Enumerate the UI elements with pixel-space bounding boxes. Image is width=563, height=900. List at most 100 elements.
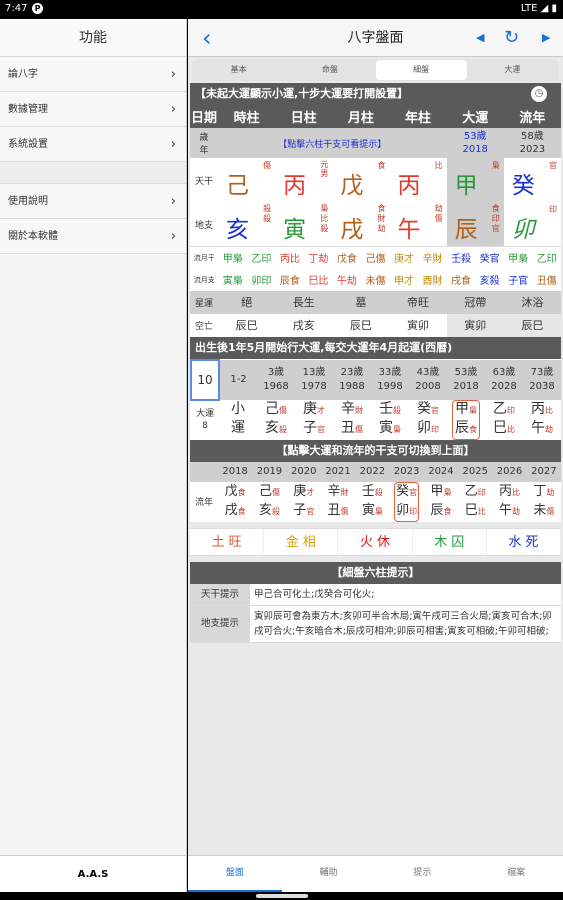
liunian-ganzhi-cell[interactable]: 戊食 戌食	[218, 482, 252, 522]
stem-god: 官	[549, 161, 557, 170]
ganzhi-branch-line: 戌食	[225, 502, 246, 521]
tab-tips[interactable]: 提示	[376, 856, 470, 892]
dayun-ganzhi-cell[interactable]: 辛財 丑傷	[333, 400, 371, 440]
refresh-icon[interactable]: ↻	[504, 19, 519, 57]
liunian-ganzhi-cell[interactable]: 己傷 亥殺	[252, 482, 286, 522]
dayun-ganzhi-cell[interactable]: 己傷 亥殺	[257, 400, 295, 440]
liunian-blank	[190, 462, 218, 482]
dayun-ganzhi-cell[interactable]: 癸官 卯印	[409, 400, 447, 440]
liunian-stem[interactable]: 癸官	[504, 158, 561, 202]
ganzhi-stem-line: 庚才	[303, 401, 325, 420]
ganzhi-branch-line: 卯印	[396, 502, 417, 521]
dayun-stem-god: 傷	[279, 405, 287, 415]
kongwang-cell: 辰巳	[349, 319, 372, 332]
liunian-year[interactable]: 2018	[218, 462, 252, 482]
year-branch[interactable]: 午劫 傷	[389, 202, 446, 246]
liunian-ganzhi-cell[interactable]: 乙印 巳比	[458, 482, 492, 522]
liunian-branch-god: 殺	[271, 506, 280, 516]
day-stem[interactable]: 丙元男	[275, 158, 332, 202]
tab-assist[interactable]: 輔助	[282, 856, 376, 892]
back-icon[interactable]: ‹	[202, 19, 212, 57]
liuyue-cell: 卯印	[251, 276, 272, 287]
liunian-year[interactable]: 2020	[287, 462, 321, 482]
liunian-branch: 亥	[258, 502, 272, 518]
hour-stem[interactable]: 己傷	[218, 158, 275, 202]
col-month: 月柱	[332, 105, 390, 128]
liunian-ganzhi-cell[interactable]: 甲梟 辰食	[424, 482, 458, 522]
liunian-year[interactable]: 2025	[458, 462, 492, 482]
liuyue-cell: 己傷	[365, 254, 386, 266]
liunian-ganzhi-cell[interactable]: 丁劫 未傷	[527, 482, 561, 522]
sidebar-item-about[interactable]: 關於本軟體 ›	[0, 219, 186, 254]
liunian-ganzhi-cell[interactable]: 庚才 子官	[287, 482, 321, 522]
wuxing-element: 水	[508, 534, 522, 550]
tab-file[interactable]: 檔案	[469, 856, 563, 892]
sidebar-item-help[interactable]: 使用說明 ›	[0, 184, 186, 219]
ganzhi-branch-line: 寅梟	[379, 420, 401, 439]
liunian-age[interactable]: 58歲 2023	[503, 128, 561, 158]
clock-icon[interactable]: ◷	[531, 86, 547, 102]
col-hour: 時柱	[218, 105, 276, 128]
prev-icon[interactable]: ◀	[476, 19, 484, 57]
ganzhi-stem-line: 壬殺	[379, 401, 401, 420]
month-branch[interactable]: 戌食 財 劫	[332, 202, 389, 246]
liunian-ganzhi-cell[interactable]: 壬殺 寅梟	[355, 482, 389, 522]
page-title: 八字盤面	[347, 30, 404, 46]
liunian-branch[interactable]: 卯印	[504, 202, 561, 246]
liunian-year[interactable]: 2019	[252, 462, 286, 482]
segment-chart[interactable]: 命盤	[284, 60, 375, 80]
hour-branch[interactable]: 亥殺 殺	[218, 202, 275, 246]
dayun-branch[interactable]: 辰食 印 官	[446, 202, 504, 246]
liunian-ganzhi-cell[interactable]: 丙比 午劫	[492, 482, 526, 522]
dayun-ganzhi-cell[interactable]: 甲梟 辰食	[447, 399, 485, 440]
dayun-age-cell[interactable]: 63歲 2028	[485, 360, 523, 400]
stem-god: 梟	[491, 161, 500, 170]
segment-dayun[interactable]: 大運	[467, 60, 558, 80]
xingyun-cell: 長生	[292, 296, 315, 309]
sidebar-item-data[interactable]: 數據管理 ›	[0, 92, 186, 127]
dayun-start-age[interactable]: 10	[190, 358, 220, 401]
dayun-age: 73歲	[530, 366, 554, 378]
sidebar-item-settings[interactable]: 系統設置 ›	[0, 127, 186, 162]
xiaoyun-cell[interactable]: 小運	[219, 400, 257, 440]
dayun-age-cell[interactable]: 53歲 2018	[447, 360, 485, 400]
dayun-ganzhi-cell[interactable]: 壬殺 寅梟	[371, 400, 409, 440]
liunian-year[interactable]: 2026	[492, 462, 526, 482]
dayun-age-cell[interactable]: 43歲 2008	[409, 360, 447, 400]
age-label: 歲 年	[190, 128, 218, 158]
age-row: 歲 年 【點擊六柱干支可看提示】 53歲 2018 58歲 2023	[190, 128, 561, 158]
dayun-age-cell[interactable]: 23歲 1988	[333, 360, 371, 400]
segment-detail[interactable]: 細盤	[375, 60, 467, 80]
liunian-year[interactable]: 2021	[321, 462, 355, 482]
sidebar-item-bazi[interactable]: 論八字 ›	[0, 57, 186, 92]
next-icon[interactable]: ▶	[542, 19, 550, 57]
dayun-age: 53歲	[454, 366, 478, 378]
col-dayun: 大運	[446, 105, 504, 128]
month-stem[interactable]: 戊食	[332, 158, 389, 202]
dayun-ganzhi-cell[interactable]: 乙印 巳比	[485, 400, 523, 440]
liunian-ganzhi-cell[interactable]: 辛財 丑傷	[321, 482, 355, 522]
dayun-stem[interactable]: 甲梟	[446, 158, 504, 202]
dayun-ganzhi-cell[interactable]: 庚才 子官	[295, 400, 333, 440]
dayun-age-cell[interactable]: 73歲 2038	[523, 360, 561, 400]
dayun-stem: 庚	[303, 400, 317, 417]
dayun-age-cell[interactable]: 33歲 1998	[371, 360, 409, 400]
liunian-year[interactable]: 2024	[424, 462, 458, 482]
year-stem[interactable]: 丙比	[389, 158, 446, 202]
dayun-age-cell[interactable]: 13歲 1978	[295, 360, 333, 400]
dayun-ganzhi-cell[interactable]: 丙比 午劫	[523, 400, 561, 440]
wuxing-state: 木囚	[413, 528, 487, 555]
liunian-year[interactable]: 2023	[389, 462, 423, 482]
day-branch[interactable]: 寅梟 比 殺	[275, 202, 332, 246]
dayun-age[interactable]: 53歲 2018	[446, 128, 504, 158]
sidebar-footer[interactable]: A.A.S	[0, 855, 186, 892]
liunian-year[interactable]: 2022	[355, 462, 389, 482]
ganzhi-branch-line: 巳比	[493, 420, 515, 439]
liunian-year[interactable]: 2027	[527, 462, 561, 482]
dayun-age-cell[interactable]: 3歲 1968	[257, 360, 295, 400]
tab-board[interactable]: 盤面	[188, 856, 282, 892]
ganzhi-branch-line: 丑傷	[341, 420, 363, 439]
dayun-year: 2018	[453, 380, 479, 392]
segment-basic[interactable]: 基本	[193, 60, 284, 80]
liunian-ganzhi-cell[interactable]: 癸官 卯印	[389, 481, 423, 522]
